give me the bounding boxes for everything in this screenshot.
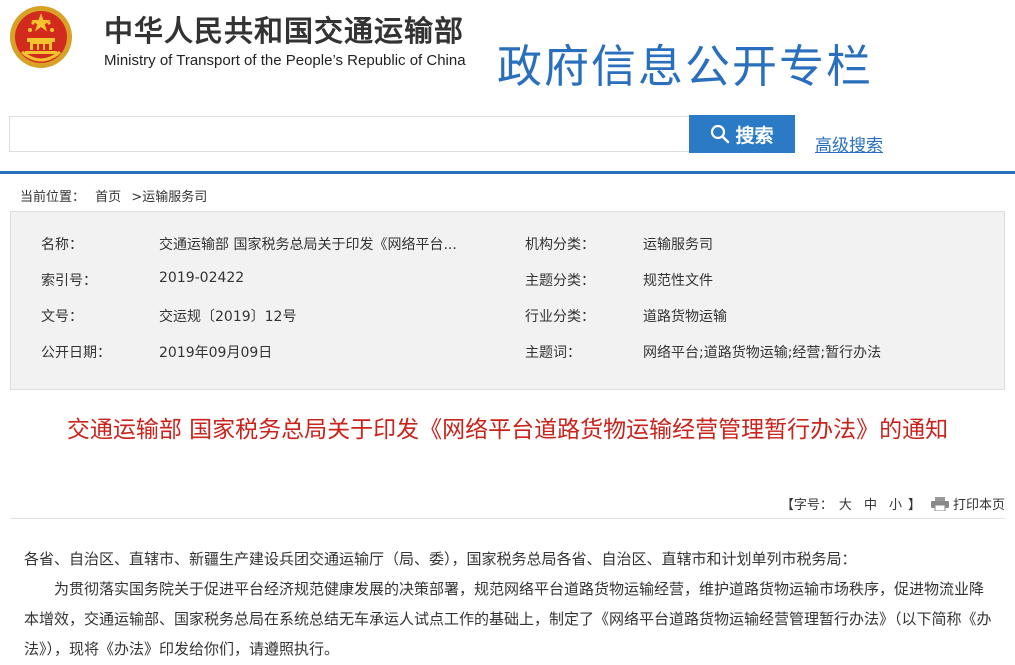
info-value: 运输服务司: [643, 237, 713, 253]
site-header: 中华人民共和国交通运输部 Ministry of Transport of th…: [0, 0, 1015, 110]
info-row: 公开日期： 2019年09月09日 主题词： 网络平台;道路货物运输;经营;暂行…: [11, 342, 1006, 362]
info-value: 2019-02422: [159, 270, 245, 286]
document-info-box: 名称： 交通运输部 国家税务总局关于印发《网络平台... 机构分类： 运输服务司…: [10, 211, 1005, 390]
toolbar-divider: [10, 518, 1005, 519]
national-emblem-icon: [10, 6, 72, 68]
search-button-label: 搜索: [735, 125, 774, 147]
search-icon: [711, 124, 730, 144]
info-key: 主题分类：: [525, 273, 595, 289]
info-key: 行业分类：: [525, 309, 595, 325]
breadcrumb-separator: >: [131, 190, 143, 205]
info-key: 机构分类：: [525, 237, 595, 253]
body-paragraph: 为贯彻落实国务院关于促进平台经济规范健康发展的决策部署，规范网络平台道路货物运输…: [24, 580, 992, 658]
document-body: 各省、自治区、直辖市、新疆生产建设兵团交通运输厅（局、委），国家税务总局各省、自…: [24, 544, 994, 664]
info-value: 网络平台;道路货物运输;经营;暂行办法: [643, 345, 882, 361]
info-key: 文号：: [41, 309, 83, 325]
info-key: 公开日期：: [41, 345, 111, 361]
article-toolbar: 【字号： 大 中 小 】 打印本页: [781, 494, 1005, 513]
info-value: 2019年09月09日: [159, 345, 273, 361]
search-button[interactable]: 搜索: [689, 115, 795, 153]
info-value: 规范性文件: [643, 273, 713, 289]
info-key: 主题词：: [525, 345, 581, 361]
font-size-large-link[interactable]: 大: [839, 494, 852, 513]
document-title: 交通运输部 国家税务总局关于印发《网络平台道路货物运输经营管理暂行办法》的通知: [66, 417, 949, 443]
font-size-small-link[interactable]: 小: [889, 494, 902, 513]
advanced-search-link[interactable]: 高级搜索: [815, 131, 883, 156]
breadcrumb-home-link[interactable]: 首页: [95, 190, 121, 205]
font-size-end: 】: [907, 498, 921, 513]
info-key: 索引号：: [41, 273, 97, 289]
breadcrumb-current-link[interactable]: 运输服务司: [142, 190, 207, 205]
column-title: 政府信息公开专栏: [497, 40, 874, 93]
body-paragraph: 各省、自治区、直辖市、新疆生产建设兵团交通运输厅（局、委），国家税务总局各省、自…: [24, 550, 857, 568]
printer-icon: [930, 496, 949, 511]
ministry-name-en: Ministry of Transport of the People’s Re…: [104, 52, 466, 69]
info-value: 交运规〔2019〕12号: [159, 309, 297, 325]
font-size-label: 【字号：: [780, 498, 833, 513]
print-page-button[interactable]: 打印本页: [930, 494, 1005, 513]
header-divider: [0, 171, 1015, 174]
info-value: 道路货物运输: [643, 309, 727, 325]
info-key: 名称：: [41, 237, 83, 253]
font-size-medium-link[interactable]: 中: [864, 494, 877, 513]
search-input[interactable]: [9, 116, 689, 152]
breadcrumb-label: 当前位置：: [20, 190, 86, 205]
info-row: 索引号： 2019-02422 主题分类： 规范性文件: [11, 270, 1006, 290]
print-page-label: 打印本页: [952, 498, 1005, 513]
ministry-name-cn: 中华人民共和国交通运输部: [104, 14, 465, 48]
info-row: 名称： 交通运输部 国家税务总局关于印发《网络平台... 机构分类： 运输服务司: [11, 234, 1006, 254]
breadcrumb: 当前位置： 首页 >运输服务司: [20, 186, 207, 205]
info-row: 文号： 交运规〔2019〕12号 行业分类： 道路货物运输: [11, 306, 1006, 326]
info-value: 交通运输部 国家税务总局关于印发《网络平台...: [159, 237, 457, 253]
